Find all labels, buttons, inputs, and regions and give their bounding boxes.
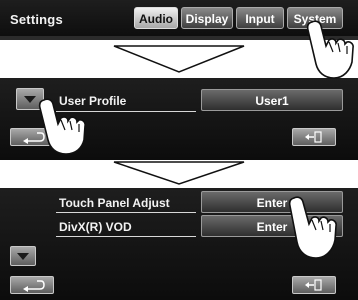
setting-label: DivX(R) VOD — [59, 220, 132, 234]
back-icon — [23, 280, 45, 292]
exit-button[interactable] — [292, 276, 336, 294]
divider — [56, 236, 196, 237]
step-arrow-icon — [112, 160, 246, 186]
hand-pointer-icon — [34, 96, 90, 156]
scroll-down-button[interactable] — [10, 246, 36, 266]
divider — [56, 212, 196, 213]
screen-title: Settings — [10, 12, 63, 27]
step-arrow-icon — [112, 44, 246, 74]
tab-input[interactable]: Input — [236, 7, 284, 29]
exit-icon — [305, 279, 322, 291]
setting-label: Touch Panel Adjust — [59, 196, 170, 210]
tab-audio[interactable]: Audio — [134, 7, 178, 29]
hand-pointer-icon — [282, 194, 344, 260]
exit-icon — [305, 131, 322, 143]
hand-pointer-icon — [300, 18, 356, 80]
user-profile-value-button[interactable]: User1 — [201, 89, 343, 111]
scroll-down-icon — [17, 253, 29, 260]
back-button[interactable] — [10, 276, 54, 294]
exit-button[interactable] — [292, 128, 336, 146]
tab-display[interactable]: Display — [181, 7, 233, 29]
